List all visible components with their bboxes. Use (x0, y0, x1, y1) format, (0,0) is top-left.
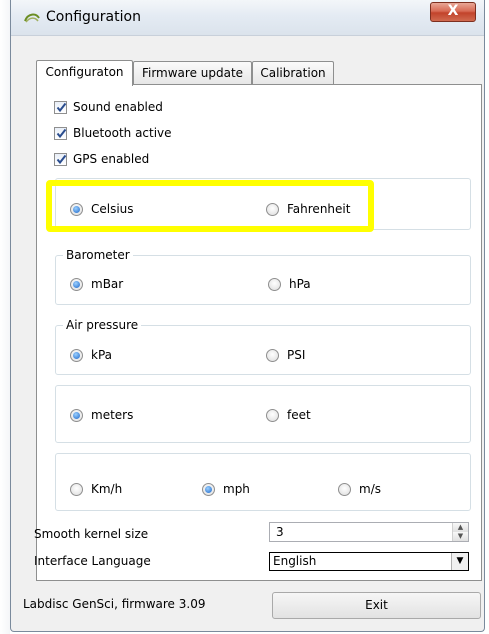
dropdown-arrow-icon[interactable]: ▼ (451, 553, 468, 570)
spin-up-icon[interactable]: ▲ (453, 523, 468, 532)
hpa-radio[interactable]: hPa (268, 276, 311, 292)
psi-radio[interactable]: PSI (266, 347, 305, 363)
checkmark-icon (56, 154, 67, 164)
tab-label: Calibration (260, 66, 326, 80)
interface-language-label: Interface Language (34, 554, 151, 568)
tab-calibration[interactable]: Calibration (252, 61, 334, 85)
radio-button[interactable] (70, 482, 83, 496)
checkmark-icon (56, 128, 67, 138)
feet-radio[interactable]: feet (266, 407, 311, 423)
celsius-radio[interactable]: Celsius (70, 201, 134, 217)
radio-button[interactable] (202, 482, 215, 496)
air-pressure-group: Air pressure kPa PSI (55, 318, 471, 375)
spinner-value: 3 (276, 525, 284, 539)
kpa-radio[interactable]: kPa (70, 347, 112, 363)
radio-button[interactable] (268, 277, 281, 291)
radio-button[interactable] (266, 202, 279, 216)
radio-button[interactable] (338, 482, 351, 496)
radio-label: Fahrenheit (287, 202, 351, 216)
distance-group: meters feet (55, 385, 471, 443)
ms-radio[interactable]: m/s (338, 481, 381, 497)
background-edge (0, 0, 10, 634)
mbar-radio[interactable]: mBar (70, 276, 123, 292)
group-legend: Barometer (63, 248, 133, 262)
spinner-buttons: ▲ ▼ (452, 523, 468, 541)
temperature-group: Celsius Fahrenheit (55, 178, 471, 230)
tab-configuration[interactable]: Configuraton (36, 60, 133, 86)
checkbox-label: GPS enabled (73, 152, 150, 166)
radio-label: Celsius (91, 202, 134, 216)
radio-label: PSI (287, 348, 306, 362)
radio-label: mBar (91, 277, 124, 291)
smooth-kernel-label: Smooth kernel size (34, 527, 149, 541)
radio-button[interactable] (266, 408, 279, 422)
radio-button[interactable] (70, 277, 83, 291)
smooth-kernel-spinner[interactable]: 3 ▲ ▼ (269, 522, 469, 542)
fahrenheit-radio[interactable]: Fahrenheit (266, 201, 350, 217)
barometer-group: Barometer mBar hPa (55, 248, 471, 305)
close-button[interactable]: X (430, 2, 476, 22)
checkbox-box[interactable] (54, 100, 67, 114)
title-bar[interactable]: Configuration X (11, 0, 484, 36)
configuration-panel: Sound enabled Bluetooth active GPS enabl… (36, 84, 482, 581)
tab-label: Firmware update (141, 66, 244, 80)
group-legend: Air pressure (63, 318, 142, 332)
radio-label: kPa (91, 348, 112, 362)
spin-down-icon[interactable]: ▼ (453, 532, 468, 541)
radio-label: Km/h (91, 482, 123, 496)
configuration-window: Configuration X Configuraton Firmware up… (10, 0, 485, 632)
mph-radio[interactable]: mph (202, 481, 250, 497)
select-value: English (273, 554, 317, 568)
radio-button[interactable] (70, 408, 83, 422)
exit-label: Exit (365, 598, 388, 612)
bluetooth-active-checkbox[interactable]: Bluetooth active (54, 125, 172, 141)
checkmark-icon (56, 102, 67, 112)
gps-enabled-checkbox[interactable]: GPS enabled (54, 151, 149, 167)
radio-label: m/s (359, 482, 381, 496)
radio-label: mph (223, 482, 250, 496)
status-text: Labdisc GenSci, firmware 3.09 (23, 597, 206, 611)
tab-label: Configuraton (45, 65, 124, 79)
kmh-radio[interactable]: Km/h (70, 481, 122, 497)
checkbox-box[interactable] (54, 152, 67, 166)
checkbox-label: Bluetooth active (73, 126, 172, 140)
radio-button[interactable] (266, 348, 279, 362)
radio-label: feet (287, 408, 311, 422)
checkbox-label: Sound enabled (73, 100, 163, 114)
speed-group: Km/h mph m/s (55, 453, 471, 511)
radio-label: meters (91, 408, 134, 422)
tab-firmware-update[interactable]: Firmware update (133, 61, 252, 85)
radio-label: hPa (289, 277, 311, 291)
interface-language-select[interactable]: English ▼ (269, 552, 469, 571)
meters-radio[interactable]: meters (70, 407, 133, 423)
window-title: Configuration (46, 9, 141, 25)
sound-enabled-checkbox[interactable]: Sound enabled (54, 99, 163, 115)
radio-button[interactable] (70, 202, 83, 216)
app-icon (24, 13, 40, 23)
close-icon: X (447, 3, 459, 19)
radio-button[interactable] (70, 348, 83, 362)
checkbox-box[interactable] (54, 126, 67, 140)
exit-button[interactable]: Exit (272, 592, 481, 619)
